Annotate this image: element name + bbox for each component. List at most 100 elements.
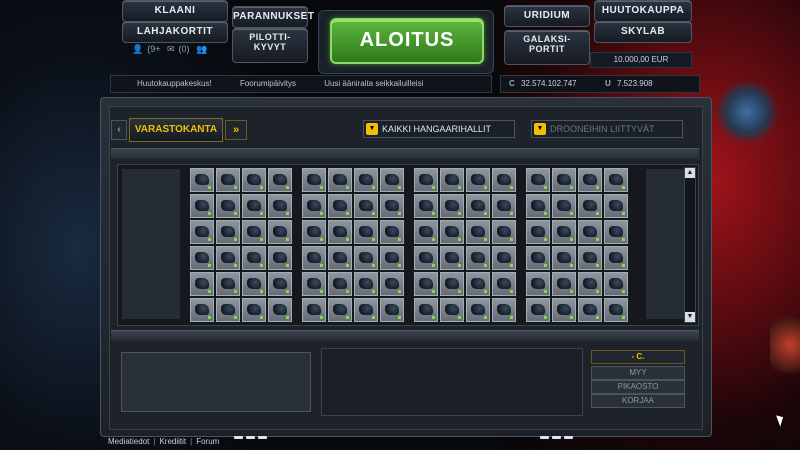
inventory-item-slot[interactable] (328, 168, 352, 192)
inventory-item-slot[interactable] (354, 168, 378, 192)
inventory-item-slot[interactable] (380, 246, 404, 270)
inventory-item-slot[interactable] (190, 194, 214, 218)
inventory-item-slot[interactable] (526, 220, 550, 244)
inventory-item-slot[interactable] (578, 272, 602, 296)
inventory-item-slot[interactable] (604, 272, 628, 296)
inventory-item-slot[interactable] (242, 298, 266, 322)
inventory-item-slot[interactable] (328, 298, 352, 322)
inventory-item-slot[interactable] (302, 168, 326, 192)
ticker-item[interactable]: Huutokauppakeskus! (137, 79, 212, 88)
inventory-item-slot[interactable] (552, 272, 576, 296)
inventory-item-slot[interactable] (492, 168, 516, 192)
inventory-item-slot[interactable] (380, 298, 404, 322)
inventory-item-slot[interactable] (268, 246, 292, 270)
inventory-item-slot[interactable] (268, 194, 292, 218)
nav-lahjakortit-button[interactable]: LAHJAKORTIT (122, 21, 228, 43)
footer-link-media[interactable]: Mediatiedot (108, 437, 149, 446)
inventory-item-slot[interactable] (302, 194, 326, 218)
nav-galaksiportit-button[interactable]: GALAKSI- PORTIT (504, 30, 590, 65)
inventory-item-slot[interactable] (268, 168, 292, 192)
inventory-item-slot[interactable] (302, 298, 326, 322)
scroll-down-icon[interactable]: ▼ (685, 312, 695, 322)
inventory-item-slot[interactable] (466, 220, 490, 244)
inventory-item-slot[interactable] (380, 168, 404, 192)
nav-skylab-button[interactable]: SKYLAB (594, 21, 692, 43)
inventory-item-slot[interactable] (302, 246, 326, 270)
inventory-item-slot[interactable] (268, 220, 292, 244)
inventory-item-slot[interactable] (466, 194, 490, 218)
nav-huutokauppa-button[interactable]: HUUTOKAUPPA (594, 0, 692, 22)
inventory-item-slot[interactable] (604, 298, 628, 322)
drone-filter-dropdown[interactable]: ▼ DROONEIHIN LIITTYVÄT (531, 120, 683, 138)
inventory-item-slot[interactable] (216, 272, 240, 296)
inventory-item-slot[interactable] (216, 168, 240, 192)
ticker-item[interactable]: Uusi ääniraita seikkailuilleisi (324, 79, 423, 88)
inventory-item-slot[interactable] (328, 272, 352, 296)
inventory-item-slot[interactable] (604, 168, 628, 192)
inventory-item-slot[interactable] (578, 246, 602, 270)
inventory-item-slot[interactable] (328, 246, 352, 270)
tab-varastokanta[interactable]: VARASTOKANTA (129, 118, 223, 142)
scroll-up-icon[interactable]: ▲ (685, 168, 695, 178)
inventory-item-slot[interactable] (552, 168, 576, 192)
inventory-item-slot[interactable] (380, 220, 404, 244)
inventory-item-slot[interactable] (414, 246, 438, 270)
inventory-item-slot[interactable] (526, 246, 550, 270)
ticker-item[interactable]: Foorumipäivitys (240, 79, 296, 88)
inventory-item-slot[interactable] (492, 220, 516, 244)
inventory-item-slot[interactable] (414, 194, 438, 218)
inventory-item-slot[interactable] (492, 298, 516, 322)
add-friend-icon[interactable]: 👥 (196, 44, 207, 54)
inventory-item-slot[interactable] (604, 220, 628, 244)
inventory-item-slot[interactable] (526, 168, 550, 192)
footer-link-credits[interactable]: Krediitit (159, 437, 186, 446)
inventory-item-slot[interactable] (414, 168, 438, 192)
inventory-item-slot[interactable] (466, 246, 490, 270)
inventory-item-slot[interactable] (302, 220, 326, 244)
inventory-item-slot[interactable] (354, 246, 378, 270)
inventory-item-slot[interactable] (268, 272, 292, 296)
inventory-item-slot[interactable] (380, 194, 404, 218)
inventory-item-slot[interactable] (190, 298, 214, 322)
inventory-item-slot[interactable] (552, 220, 576, 244)
quick-buy-button[interactable]: PIKAOSTO (591, 380, 685, 394)
inventory-item-slot[interactable] (242, 220, 266, 244)
inventory-item-slot[interactable] (354, 194, 378, 218)
users-icon[interactable]: 👤 (132, 44, 143, 54)
inventory-item-slot[interactable] (466, 168, 490, 192)
inventory-item-slot[interactable] (190, 272, 214, 296)
inventory-item-slot[interactable] (440, 246, 464, 270)
inventory-item-slot[interactable] (216, 298, 240, 322)
inventory-item-slot[interactable] (440, 220, 464, 244)
inventory-item-slot[interactable] (190, 246, 214, 270)
inventory-item-slot[interactable] (440, 298, 464, 322)
nav-uridium-button[interactable]: URIDIUM (504, 5, 590, 27)
inventory-item-slot[interactable] (354, 298, 378, 322)
inventory-item-slot[interactable] (492, 194, 516, 218)
inventory-item-slot[interactable] (552, 298, 576, 322)
nav-parannukset-button[interactable]: PARANNUKSET (232, 6, 314, 28)
inventory-item-slot[interactable] (242, 246, 266, 270)
inventory-item-slot[interactable] (414, 272, 438, 296)
inventory-item-slot[interactable] (466, 272, 490, 296)
inventory-item-slot[interactable] (578, 168, 602, 192)
mail-icon[interactable]: ✉ (167, 44, 175, 54)
inventory-item-slot[interactable] (440, 194, 464, 218)
inventory-item-slot[interactable] (552, 194, 576, 218)
tab-next-button[interactable]: » (225, 120, 247, 140)
inventory-item-slot[interactable] (578, 194, 602, 218)
inventory-item-slot[interactable] (190, 220, 214, 244)
footer-link-forum[interactable]: Forum (196, 437, 219, 446)
tab-prev-button[interactable]: ‹ (111, 120, 127, 140)
grid-scrollbar[interactable]: ▲ ▼ (684, 167, 696, 323)
inventory-item-slot[interactable] (492, 272, 516, 296)
inventory-item-slot[interactable] (328, 194, 352, 218)
inventory-item-slot[interactable] (578, 298, 602, 322)
repair-button[interactable]: KORJAA (591, 394, 685, 408)
inventory-item-slot[interactable] (242, 168, 266, 192)
inventory-item-slot[interactable] (526, 298, 550, 322)
inventory-item-slot[interactable] (354, 220, 378, 244)
inventory-item-slot[interactable] (440, 168, 464, 192)
inventory-item-slot[interactable] (328, 220, 352, 244)
inventory-item-slot[interactable] (578, 220, 602, 244)
